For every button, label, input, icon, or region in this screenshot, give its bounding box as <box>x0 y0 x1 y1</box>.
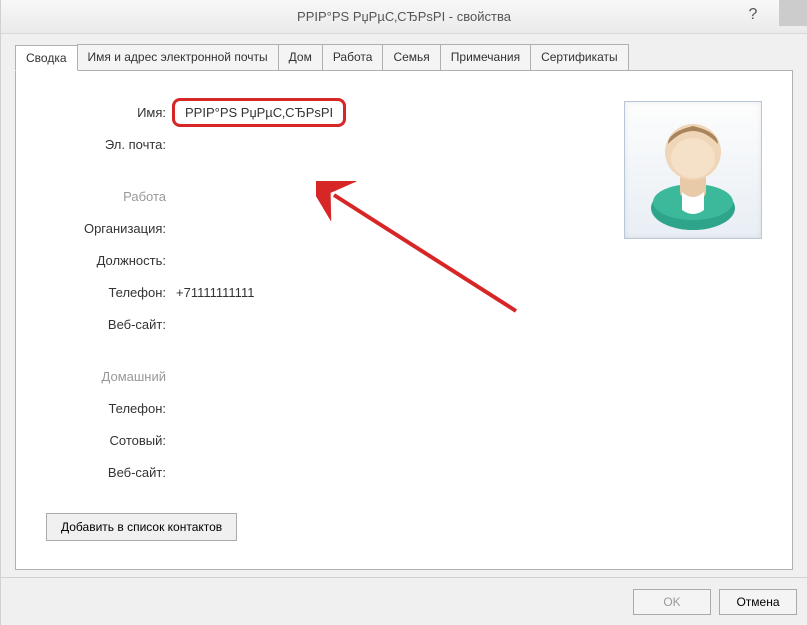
name-label: Имя: <box>46 105 176 120</box>
window-title: РРІР°РЅ РџРµС‚СЂРѕРІ - свойства <box>1 9 807 24</box>
avatar-icon <box>638 110 748 230</box>
summary-panel: Имя: РРІР°РЅ РџРµС‚СЂРѕРІ Эл. почта: <box>15 70 793 570</box>
dialog-footer: OK Отмена <box>1 577 807 625</box>
help-button[interactable]: ? <box>739 4 767 26</box>
tab-summary[interactable]: Сводка <box>15 45 78 71</box>
tab-certificates[interactable]: Сертификаты <box>530 44 629 70</box>
home-section-label: Домашний <box>46 369 176 384</box>
ok-button[interactable]: OK <box>633 589 711 615</box>
phone-label: Телефон: <box>46 285 176 300</box>
properties-window: РРІР°РЅ РџРµС‚СЂРѕРІ - свойства ? Сводка… <box>0 0 807 625</box>
position-label: Должность: <box>46 253 176 268</box>
tabstrip: Сводка Имя и адрес электронной почты Дом… <box>15 44 793 70</box>
close-button[interactable] <box>779 0 807 26</box>
name-value-highlight: РРІР°РЅ РџРµС‚СЂРѕРІ <box>172 98 346 127</box>
content-area: Сводка Имя и адрес электронной почты Дом… <box>1 34 807 577</box>
tab-home[interactable]: Дом <box>278 44 323 70</box>
email-label: Эл. почта: <box>46 137 176 152</box>
tab-work[interactable]: Работа <box>322 44 384 70</box>
add-contact-button[interactable]: Добавить в список контактов <box>46 513 237 541</box>
org-label: Организация: <box>46 221 176 236</box>
tab-name-email[interactable]: Имя и адрес электронной почты <box>77 44 279 70</box>
phone-value: +71111111111 <box>176 285 594 300</box>
tab-notes[interactable]: Примечания <box>440 44 531 70</box>
tab-family[interactable]: Семья <box>382 44 440 70</box>
titlebar: РРІР°РЅ РџРµС‚СЂРѕРІ - свойства ? <box>1 0 807 34</box>
cancel-button[interactable]: Отмена <box>719 589 797 615</box>
mobile-label: Сотовый: <box>46 433 176 448</box>
home-phone-label: Телефон: <box>46 401 176 416</box>
avatar <box>624 101 762 239</box>
home-website-label: Веб-сайт: <box>46 465 176 480</box>
work-section-label: Работа <box>46 189 176 204</box>
name-value: РРІР°РЅ РџРµС‚СЂРѕРІ <box>185 105 333 120</box>
website-label: Веб-сайт: <box>46 317 176 332</box>
